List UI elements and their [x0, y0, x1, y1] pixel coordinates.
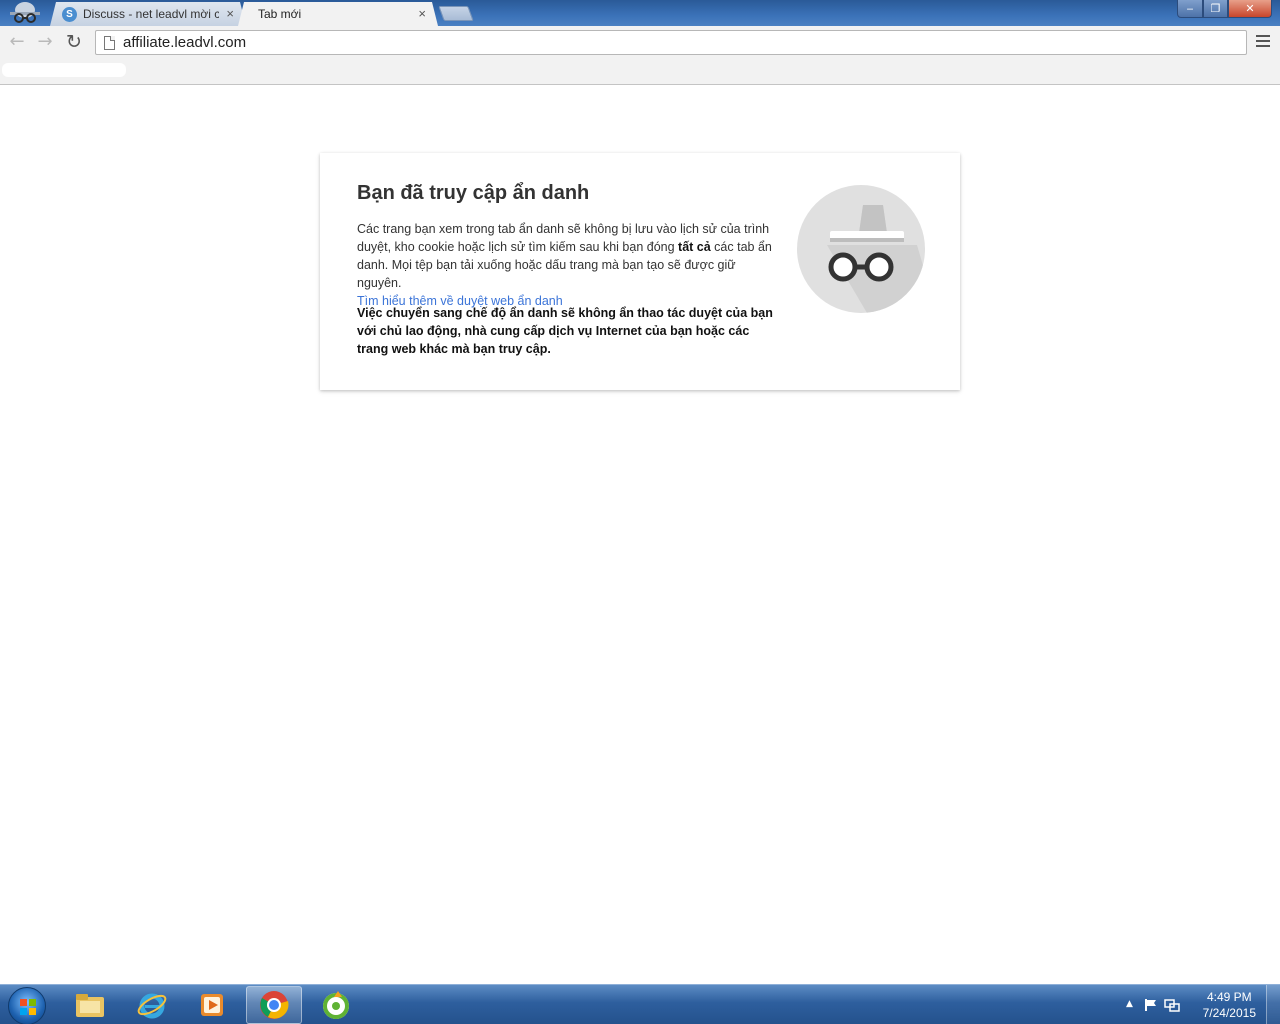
- media-player-icon[interactable]: [184, 986, 240, 1024]
- bookmarks-bar: [0, 59, 1280, 85]
- incognito-spy-icon: [797, 185, 925, 313]
- clock[interactable]: 4:49 PM 7/24/2015: [1203, 989, 1256, 1021]
- system-tray: ▲ 4:49 PM 7/24/2015: [1110, 985, 1280, 1024]
- incognito-info-card: Bạn đã truy cập ẩn danh Các trang bạn xe…: [320, 153, 960, 390]
- network-icon[interactable]: [1164, 998, 1180, 1012]
- address-bar[interactable]: affiliate.leadvl.com: [95, 30, 1247, 55]
- clock-date: 7/24/2015: [1202, 1006, 1256, 1020]
- reload-icon[interactable]: ↻: [63, 32, 85, 54]
- windows-logo-icon: [20, 999, 36, 1015]
- hamburger-menu-icon[interactable]: [1256, 35, 1270, 47]
- close-window-button[interactable]: ✕: [1228, 0, 1272, 18]
- show-desktop-button[interactable]: [1266, 985, 1280, 1024]
- page-title: Bạn đã truy cập ẩn danh: [357, 182, 590, 204]
- title-bar: S Discuss - net leadvl mời cá × Tab mới …: [0, 0, 1280, 26]
- bookmark-item[interactable]: [2, 63, 126, 77]
- tab-close-icon[interactable]: ×: [418, 6, 426, 21]
- window-controls: ‒ ❐ ✕: [1177, 0, 1272, 18]
- incognito-description: Các trang bạn xem trong tab ẩn danh sẽ k…: [357, 220, 777, 310]
- tab-new-tab[interactable]: Tab mới ×: [238, 2, 438, 26]
- start-button[interactable]: [8, 987, 46, 1024]
- tab-discuss[interactable]: S Discuss - net leadvl mời cá ×: [50, 2, 246, 26]
- show-hidden-icons-icon[interactable]: ▲: [1126, 999, 1133, 1009]
- address-text[interactable]: affiliate.leadvl.com: [123, 34, 246, 51]
- description-bold: tất cả: [678, 240, 711, 254]
- page-icon: [104, 35, 115, 50]
- file-explorer-icon[interactable]: [62, 986, 118, 1024]
- forward-arrow-icon[interactable]: →: [34, 32, 56, 54]
- tab-label: Tab mới: [258, 7, 302, 21]
- action-center-flag-icon[interactable]: [1144, 998, 1158, 1012]
- windows-taskbar: ▲ 4:49 PM 7/24/2015: [0, 984, 1280, 1024]
- tab-label: Discuss - net leadvl mời cá: [83, 7, 219, 21]
- new-tab-button[interactable]: [438, 6, 474, 21]
- tab-close-icon[interactable]: ×: [226, 6, 234, 21]
- clock-time: 4:49 PM: [1206, 990, 1252, 1004]
- back-arrow-icon[interactable]: ←: [6, 32, 28, 54]
- site-favicon-icon: S: [62, 6, 77, 22]
- minimize-button[interactable]: ‒: [1177, 0, 1203, 18]
- incognito-warning: Việc chuyển sang chế độ ẩn danh sẽ không…: [357, 306, 773, 356]
- internet-explorer-icon[interactable]: [124, 986, 180, 1024]
- incognito-avatar-icon: [10, 2, 40, 23]
- chrome-icon[interactable]: [246, 986, 302, 1024]
- browser-toolbar: ← → ↻ affiliate.leadvl.com: [0, 26, 1280, 59]
- coccoc-icon[interactable]: [308, 986, 364, 1024]
- maximize-button[interactable]: ❐: [1203, 0, 1228, 18]
